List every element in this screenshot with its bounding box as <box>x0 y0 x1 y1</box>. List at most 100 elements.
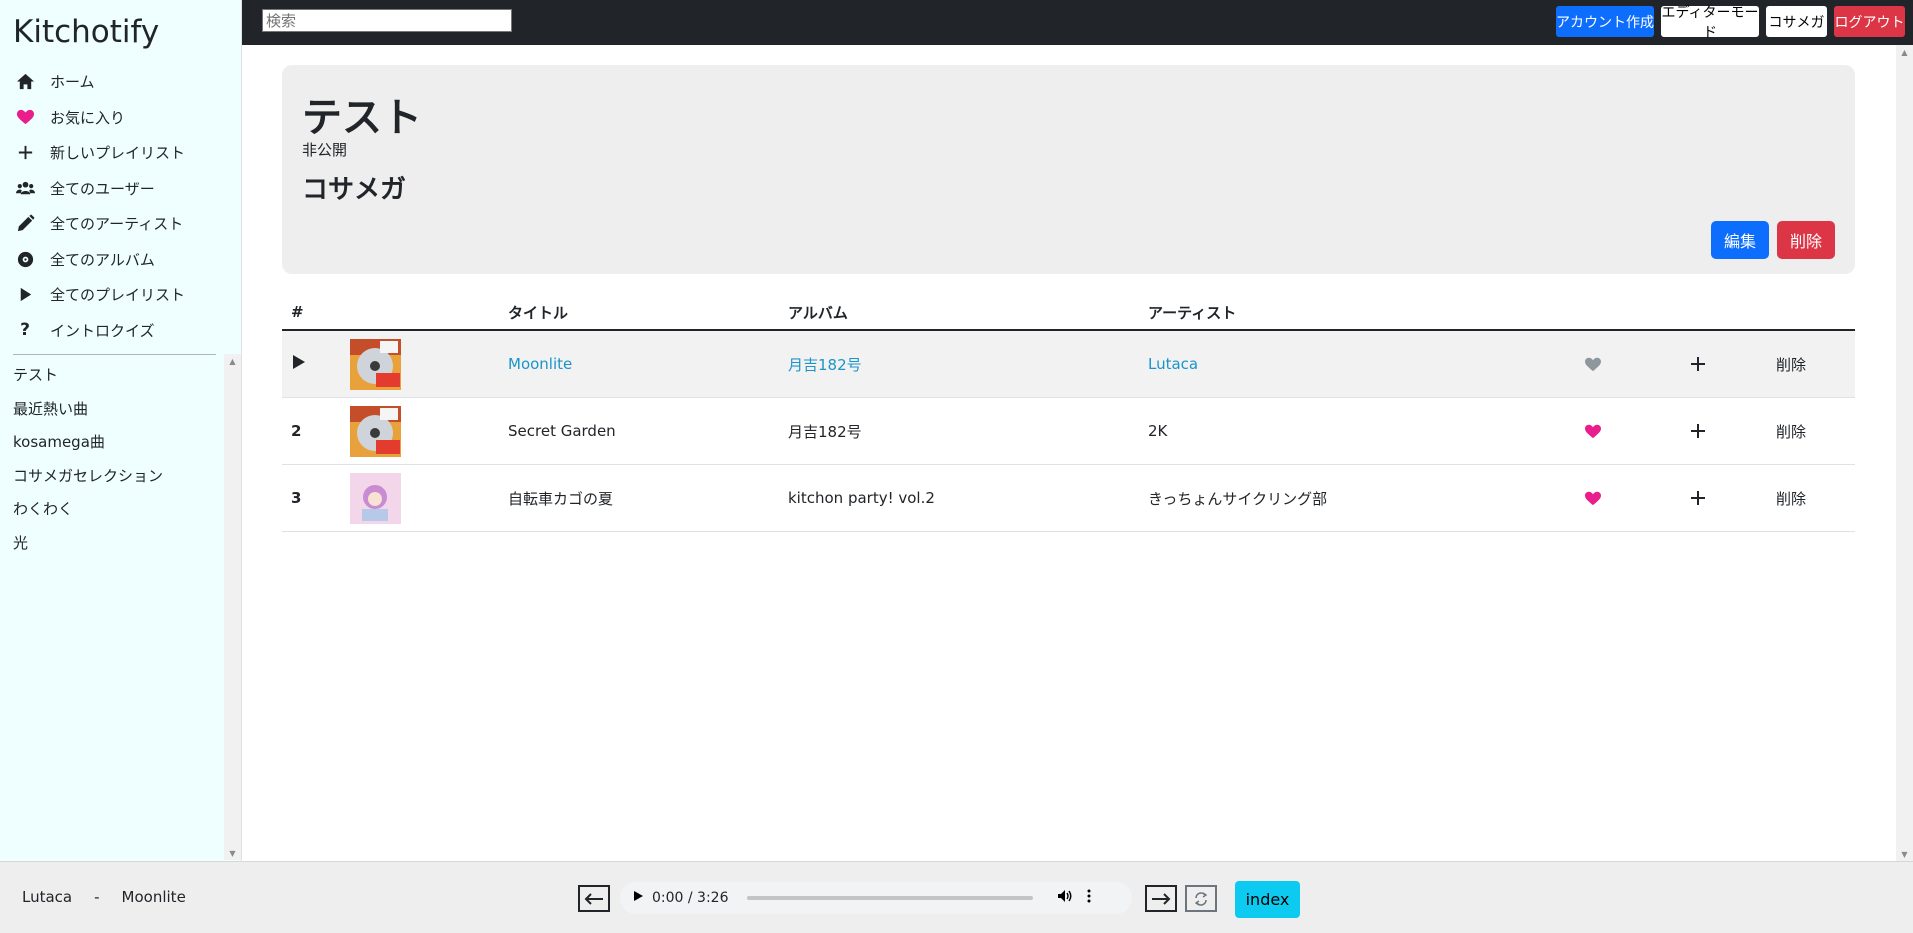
table-row[interactable]: 2 Secret Garden 月吉182号 2K 削除 <box>282 398 1855 465</box>
main-scrollbar[interactable]: ▲ ▼ <box>1896 45 1913 861</box>
pencil-icon <box>14 214 36 234</box>
now-playing-artist: Lutaca <box>22 888 73 906</box>
player-bar: Lutaca - Moonlite 0:00 / 3:26 index <box>0 861 1913 933</box>
sidebar-playlist-item[interactable]: 最近熱い曲 <box>0 392 224 426</box>
playlist-header: テスト 非公開 コサメガ 編集 削除 <box>282 65 1855 274</box>
favorite-heart-icon[interactable] <box>1538 356 1648 372</box>
album-cover <box>350 338 508 390</box>
repeat-icon <box>1194 891 1208 906</box>
more-options-icon[interactable] <box>1087 889 1091 907</box>
arrow-right-icon <box>1152 892 1171 905</box>
playlist-visibility: 非公開 <box>302 141 348 159</box>
add-to-playlist-icon[interactable] <box>1648 423 1748 439</box>
previous-track-button[interactable] <box>578 885 610 912</box>
sidebar: Kitchotify ホーム お気に入り 新しいプレイリスト 全てのユーザー 全… <box>0 0 242 861</box>
header-number: # <box>291 303 304 321</box>
now-playing-info: Lutaca - Moonlite <box>22 888 208 906</box>
remove-track-button[interactable]: 削除 <box>1748 354 1855 375</box>
track-artist[interactable]: きっちょんサイクリング部 <box>1148 488 1538 509</box>
seek-slider[interactable] <box>746 896 1033 900</box>
track-title[interactable]: Secret Garden <box>508 422 788 440</box>
header-artist: アーティスト <box>1148 303 1237 322</box>
question-icon: ? <box>20 320 30 341</box>
album-cover <box>350 405 508 457</box>
repeat-button[interactable] <box>1185 885 1217 912</box>
favorite-heart-icon[interactable] <box>1538 423 1648 439</box>
table-row[interactable]: Moonlite 月吉182号 Lutaca 削除 <box>282 331 1855 398</box>
sidebar-divider <box>13 354 216 355</box>
nav-item-label: 全てのアルバム <box>50 250 155 269</box>
add-to-playlist-icon[interactable] <box>1648 490 1748 506</box>
nav-item-new-playlist[interactable]: 新しいプレイリスト <box>0 135 241 171</box>
scroll-up-icon[interactable]: ▲ <box>1896 45 1913 59</box>
users-icon <box>14 178 36 198</box>
scroll-down-icon[interactable]: ▼ <box>1896 847 1913 861</box>
favorite-heart-icon[interactable] <box>1538 490 1648 506</box>
sidebar-playlist-item[interactable]: kosamega曲 <box>0 425 224 459</box>
play-icon <box>14 285 36 305</box>
track-artist[interactable]: 2K <box>1148 422 1538 440</box>
sidebar-playlist-item[interactable]: コサメガセレクション <box>0 459 224 493</box>
index-button[interactable]: index <box>1235 881 1300 918</box>
nav-item-label: イントロクイズ <box>50 321 155 340</box>
play-icon[interactable] <box>632 890 644 906</box>
logout-button[interactable]: ログアウト <box>1834 6 1905 37</box>
sidebar-playlist-list: テスト 最近熱い曲 kosamega曲 コサメガセレクション わくわく 光 <box>0 358 224 858</box>
search-input[interactable] <box>262 9 512 32</box>
remove-track-button[interactable]: 削除 <box>1748 421 1855 442</box>
edit-playlist-button[interactable]: 編集 <box>1711 221 1769 259</box>
nav-item-all-artists[interactable]: 全てのアーティスト <box>0 206 241 242</box>
track-number: 2 <box>291 422 302 440</box>
now-playing-track: Moonlite <box>121 888 186 906</box>
table-header: # タイトル アルバム アーティスト <box>282 295 1855 331</box>
track-album[interactable]: 月吉182号 <box>788 421 1148 442</box>
scroll-down-icon[interactable]: ▼ <box>224 846 241 860</box>
remove-track-button[interactable]: 削除 <box>1748 488 1855 509</box>
editor-mode-button[interactable]: エディターモード <box>1661 5 1759 41</box>
track-title[interactable]: 自転車カゴの夏 <box>508 488 788 509</box>
sidebar-playlist-item[interactable]: わくわく <box>0 492 224 526</box>
header-album: アルバム <box>788 303 848 322</box>
scroll-up-icon[interactable]: ▲ <box>224 354 241 368</box>
add-to-playlist-icon[interactable] <box>1648 356 1748 372</box>
nav-item-label: 全てのプレイリスト <box>50 286 186 305</box>
nav-item-label: 新しいプレイリスト <box>50 144 186 163</box>
disc-icon <box>14 249 36 269</box>
arrow-left-icon <box>584 892 603 905</box>
nav-item-all-playlists[interactable]: 全てのプレイリスト <box>0 277 241 313</box>
next-track-button[interactable] <box>1145 885 1177 912</box>
track-album[interactable]: kitchon party! vol.2 <box>788 489 1148 507</box>
brand-logo[interactable]: Kitchotify <box>0 0 241 64</box>
nav-item-label: 全てのアーティスト <box>50 215 184 234</box>
audio-player[interactable]: 0:00 / 3:26 <box>620 882 1132 914</box>
volume-icon[interactable] <box>1057 889 1073 907</box>
track-album-link[interactable]: 月吉182号 <box>788 354 1148 375</box>
top-bar: アカウント作成 エディターモード コサメガ ログアウト <box>242 0 1913 45</box>
nav-item-favorites[interactable]: お気に入り <box>0 100 241 136</box>
heart-icon <box>14 107 36 127</box>
track-number: 3 <box>291 489 302 507</box>
nav-item-label: お気に入り <box>50 108 126 127</box>
now-playing-separator: - <box>94 888 100 906</box>
create-account-button[interactable]: アカウント作成 <box>1556 6 1654 37</box>
playback-time: 0:00 / 3:26 <box>652 890 729 906</box>
now-playing-icon[interactable] <box>282 354 350 374</box>
nav-item-all-albums[interactable]: 全てのアルバム <box>0 242 241 278</box>
track-title-link[interactable]: Moonlite <box>508 355 788 373</box>
sidebar-playlist-item[interactable]: テスト <box>0 358 224 392</box>
nav-item-home[interactable]: ホーム <box>0 64 241 100</box>
nav-item-intro-quiz[interactable]: ? イントロクイズ <box>0 313 241 349</box>
header-title: タイトル <box>508 303 569 322</box>
nav-item-label: 全てのユーザー <box>50 179 155 198</box>
album-cover <box>350 472 508 524</box>
track-artist-link[interactable]: Lutaca <box>1148 355 1538 373</box>
sidebar-playlist-item[interactable]: 光 <box>0 526 224 560</box>
delete-playlist-button[interactable]: 削除 <box>1777 221 1835 259</box>
user-button[interactable]: コサメガ <box>1766 6 1827 37</box>
nav-item-all-users[interactable]: 全てのユーザー <box>0 171 241 207</box>
playlist-owner[interactable]: コサメガ <box>302 169 406 206</box>
nav-item-label: ホーム <box>50 73 95 92</box>
home-icon <box>14 72 36 92</box>
sidebar-scrollbar[interactable]: ▲ ▼ <box>224 354 241 860</box>
table-row[interactable]: 3 自転車カゴの夏 kitchon party! vol.2 きっちょんサイクリ… <box>282 465 1855 532</box>
